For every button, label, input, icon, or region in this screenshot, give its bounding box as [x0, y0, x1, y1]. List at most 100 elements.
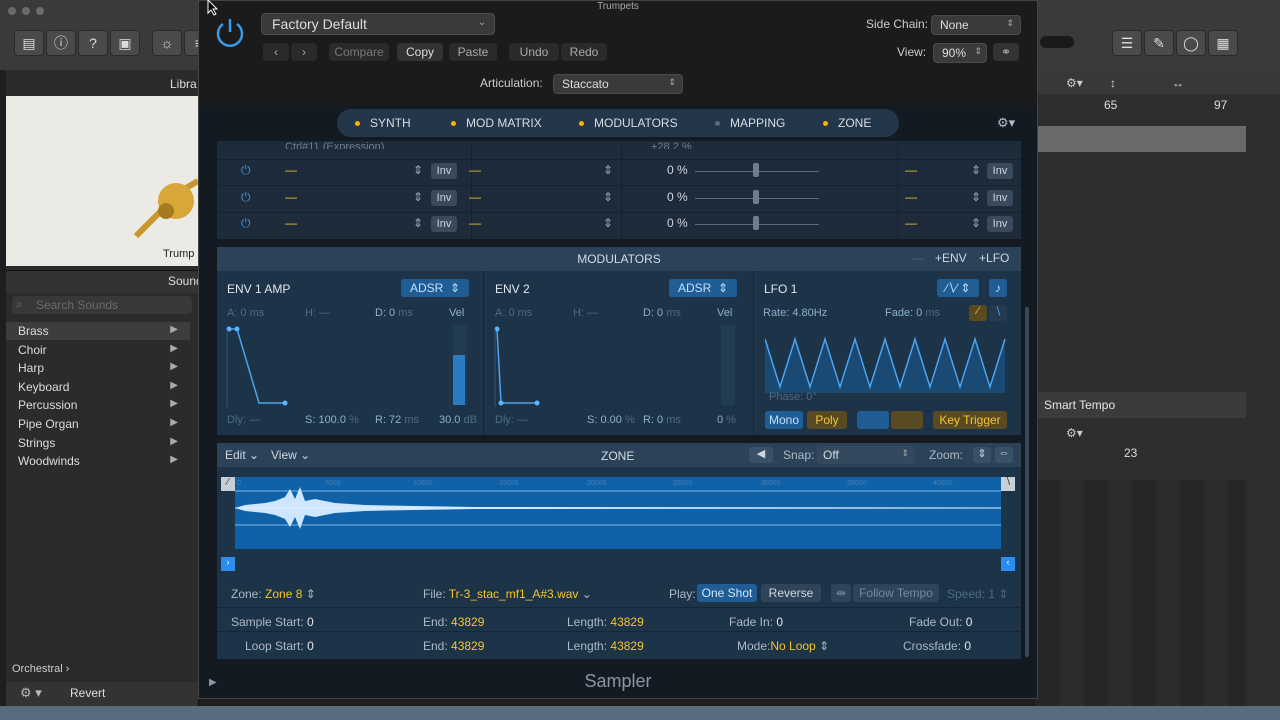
tab-synth[interactable]: SYNTH: [355, 116, 411, 130]
category-item[interactable]: Pipe Organ ▶: [18, 417, 188, 435]
flex-icon[interactable]: ⇹: [831, 584, 851, 602]
env2-hold[interactable]: H: —: [573, 307, 598, 319]
follow-tempo-button[interactable]: Follow Tempo: [853, 584, 939, 602]
lfo1-waveform[interactable]: [765, 335, 1007, 395]
zoom-horizontal-icon[interactable]: ⇔: [995, 447, 1013, 463]
power-icon[interactable]: ⏻: [241, 190, 251, 205]
vertical-zoom-icon[interactable]: ↕: [1110, 76, 1116, 90]
env1-mode-menu[interactable]: ADSR ⇕: [401, 279, 469, 297]
invert-button[interactable]: Inv: [987, 216, 1013, 232]
file-selector[interactable]: File: Tr-3_stac_mf1_A#3.wav ⌄: [423, 587, 592, 601]
lfo-shape-b-icon[interactable]: [891, 411, 923, 429]
sample-start[interactable]: Sample Start: 0: [231, 615, 314, 629]
category-item[interactable]: Brass ▶: [18, 324, 188, 342]
snap-menu[interactable]: Off ⇕: [817, 446, 915, 464]
smart-controls-icon[interactable]: ☼: [152, 30, 182, 56]
remove-modulator-button[interactable]: —: [911, 251, 923, 265]
list-editors-icon[interactable]: ☰: [1112, 30, 1142, 56]
search-sounds-field[interactable]: ⌕ Search Sounds: [12, 296, 192, 314]
env1-hold[interactable]: H: —: [305, 307, 330, 319]
sample-length[interactable]: Length: 43829: [567, 615, 644, 629]
mono-button[interactable]: Mono: [765, 411, 803, 429]
matrix-amount[interactable]: 0 %: [667, 216, 688, 230]
zoom-vertical-icon[interactable]: ⇕: [973, 447, 991, 463]
target-updown-icon[interactable]: ⇕: [603, 190, 613, 204]
volume-slider[interactable]: [1040, 36, 1074, 48]
gear-icon[interactable]: ⚙▾: [1066, 426, 1083, 440]
note-sync-icon[interactable]: ♪: [989, 279, 1007, 297]
paste-button[interactable]: Paste: [449, 43, 497, 61]
help-icon[interactable]: ?: [78, 30, 108, 56]
notepad-icon[interactable]: ✎: [1144, 30, 1174, 56]
crossfade[interactable]: Crossfade: 0: [903, 639, 971, 653]
category-item[interactable]: Harp ▶: [18, 361, 188, 379]
articulation-menu[interactable]: Staccato ⇕: [553, 74, 683, 94]
traffic-lights[interactable]: [8, 4, 68, 15]
lfo1-phase[interactable]: Phase: 0°: [769, 391, 817, 403]
matrix-source[interactable]: —: [285, 163, 297, 177]
target-updown-icon[interactable]: ⇕: [603, 163, 613, 177]
loop-mode[interactable]: Mode:No Loop ⇕: [737, 639, 829, 653]
sample-end[interactable]: End: 43829: [423, 615, 484, 629]
disclosure-triangle-icon[interactable]: ▶: [209, 677, 217, 688]
category-item[interactable]: Strings ▶: [18, 436, 188, 454]
fade-in[interactable]: Fade In: 0: [729, 615, 783, 629]
edit-menu[interactable]: Edit ⌄: [225, 448, 259, 462]
key-trigger-button[interactable]: Key Trigger: [933, 411, 1007, 429]
audio-region[interactable]: [1036, 126, 1246, 152]
matrix-via[interactable]: —: [905, 216, 917, 230]
source-updown-icon[interactable]: ⇕: [413, 216, 423, 230]
env1-sustain[interactable]: S: 100.0 %: [305, 414, 359, 426]
compare-button[interactable]: Compare: [329, 43, 389, 61]
fade-in-handle[interactable]: ⁄: [221, 477, 235, 491]
env2-vel-slider[interactable]: [721, 325, 735, 405]
lfo-waveform-menu[interactable]: ∕∖∕ ⇕: [937, 279, 979, 297]
scrollbar[interactable]: [1025, 307, 1029, 657]
env2-release[interactable]: R: 0 ms: [643, 414, 681, 426]
loop-browser-icon[interactable]: ◯: [1176, 30, 1206, 56]
loop-length[interactable]: Length: 43829: [567, 639, 644, 653]
view-zoom-menu[interactable]: 90% ⇕: [933, 43, 987, 63]
matrix-target[interactable]: —: [469, 216, 481, 230]
matrix-target[interactable]: —: [469, 190, 481, 204]
preset-menu[interactable]: Factory Default ⌄: [261, 13, 495, 35]
invert-button[interactable]: Inv: [987, 163, 1013, 179]
env1-release[interactable]: R: 72 ms: [375, 414, 419, 426]
lfo1-rate[interactable]: Rate: 4.80Hz: [763, 307, 827, 319]
fade-out[interactable]: Fade Out: 0: [909, 615, 972, 629]
fade-in-icon[interactable]: ⁄: [969, 305, 987, 321]
matrix-target[interactable]: —: [469, 163, 481, 177]
gear-icon[interactable]: ⚙▾: [1066, 76, 1083, 90]
matrix-amount[interactable]: 0 %: [667, 163, 688, 177]
gear-icon[interactable]: ⚙▾: [997, 115, 1015, 131]
next-preset-button[interactable]: ›: [291, 43, 317, 61]
matrix-via[interactable]: —: [905, 163, 917, 177]
amount-slider-knob[interactable]: [753, 163, 759, 177]
copy-button[interactable]: Copy: [397, 43, 443, 61]
env2-mode-menu[interactable]: ADSR ⇕: [669, 279, 737, 297]
sample-start-handle[interactable]: ›: [221, 557, 235, 571]
browser-icon[interactable]: ▦: [1208, 30, 1238, 56]
tab-mapping[interactable]: MAPPING: [715, 116, 785, 130]
invert-button[interactable]: Inv: [431, 189, 457, 206]
add-lfo-button[interactable]: +LFO: [979, 251, 1009, 265]
amount-slider-knob[interactable]: [753, 216, 759, 230]
matrix-source[interactable]: —: [285, 216, 297, 230]
matrix-source[interactable]: —: [285, 190, 297, 204]
env1-graph[interactable]: [225, 323, 445, 413]
source-updown-icon[interactable]: ⇕: [413, 190, 423, 204]
via-updown-icon[interactable]: ⇕: [971, 190, 981, 204]
via-updown-icon[interactable]: ⇕: [971, 216, 981, 230]
add-env-button[interactable]: +ENV: [935, 251, 967, 265]
fade-out-handle[interactable]: ∖: [1001, 477, 1015, 491]
env1-vel-slider[interactable]: [453, 325, 467, 405]
category-item[interactable]: Keyboard ▶: [18, 380, 188, 398]
target-updown-icon[interactable]: ⇕: [603, 216, 613, 230]
gear-icon[interactable]: ⚙ ▾: [20, 685, 42, 701]
invert-button[interactable]: Inv: [431, 216, 457, 232]
category-item[interactable]: Percussion ▶: [18, 398, 188, 416]
source-updown-icon[interactable]: ⇕: [413, 163, 423, 177]
loop-start[interactable]: Loop Start: 0: [245, 639, 314, 653]
lfo-shape-a-icon[interactable]: [857, 411, 889, 429]
speaker-icon[interactable]: ◀: [749, 447, 773, 463]
